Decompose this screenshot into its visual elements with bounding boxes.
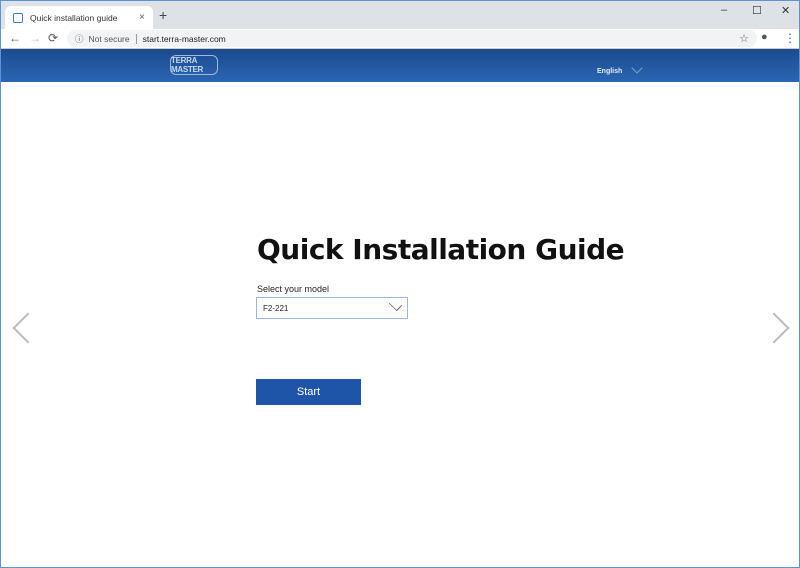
start-button[interactable]: Start — [256, 379, 361, 405]
omnibox[interactable]: ⓘ Not secure start.terra-master.com ☆ — [67, 30, 757, 47]
address-bar-row: ← → ⟳ ⓘ Not secure start.terra-master.co… — [1, 29, 799, 49]
page-title: Quick Installation Guide — [257, 233, 625, 266]
reload-button[interactable]: ⟳ — [48, 31, 58, 45]
minimize-button[interactable]: – — [721, 4, 727, 16]
bookmark-star-icon[interactable]: ☆ — [739, 32, 749, 45]
info-icon[interactable]: ⓘ — [75, 33, 84, 45]
tab-bar: Quick installation guide × + – ☐ ✕ — [1, 1, 799, 29]
url-text[interactable]: start.terra-master.com — [143, 34, 226, 44]
tab-quick-installation-guide[interactable]: Quick installation guide × — [5, 6, 153, 29]
model-label: Select your model — [257, 284, 330, 294]
forward-button[interactable]: → — [29, 31, 41, 45]
back-button[interactable]: ← — [9, 31, 21, 45]
tab-title: Quick installation guide — [30, 12, 118, 23]
divider — [135, 33, 137, 44]
next-arrow-icon[interactable] — [758, 312, 790, 344]
chevron-down-icon — [388, 297, 403, 312]
profile-icon[interactable]: ● — [761, 31, 768, 43]
previous-arrow-icon[interactable] — [12, 312, 44, 344]
model-select[interactable]: F2-221 — [256, 297, 408, 319]
favicon-icon — [13, 12, 23, 23]
terramaster-logo[interactable]: TERRA MASTER — [170, 55, 218, 75]
close-tab-icon[interactable]: × — [139, 12, 145, 23]
new-tab-button[interactable]: + — [159, 7, 167, 23]
security-label: Not secure — [88, 33, 130, 44]
menu-icon[interactable]: ⋮ — [784, 31, 796, 45]
maximize-button[interactable]: ☐ — [752, 4, 762, 17]
chevron-down-icon[interactable] — [631, 62, 643, 74]
language-selector[interactable]: English — [597, 68, 622, 75]
model-value: F2-221 — [263, 303, 289, 313]
logo-text: TERRA MASTER — [171, 56, 203, 74]
close-window-button[interactable]: ✕ — [781, 4, 790, 17]
site-header: TERRA MASTER English — [1, 49, 799, 82]
